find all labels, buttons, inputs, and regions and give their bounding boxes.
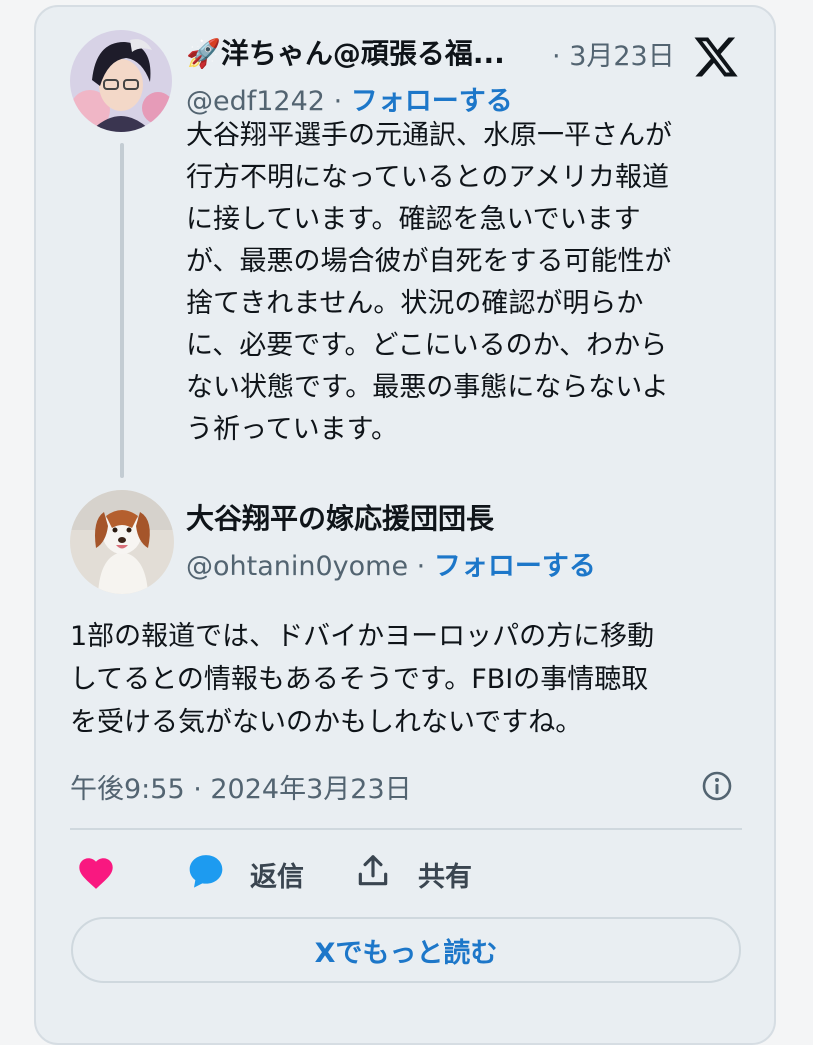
reply-handle[interactable]: @ohtanin0yome xyxy=(186,551,408,582)
rocket-icon: 🚀 xyxy=(186,37,221,70)
speech-bubble-icon xyxy=(186,851,226,898)
tweet-timestamp[interactable]: 午後9:55 · 2024年3月23日 xyxy=(70,767,412,806)
parent-date[interactable]: · 3月23日 xyxy=(552,34,675,73)
parent-author-avatar[interactable] xyxy=(70,30,172,132)
parent-tweet-text: 大谷翔平選手の元通訳、水原一平さんが 行方不明になっているとのアメリカ報道 に接… xyxy=(186,120,672,445)
reply-handle-row: @ohtanin0yome · フォローする xyxy=(186,551,596,582)
parent-handle-row: @edf1242 · フォローする xyxy=(186,86,513,117)
info-icon[interactable] xyxy=(701,770,733,802)
read-more-on-x-button[interactable]: Xでもっと読む xyxy=(71,917,741,983)
reply-follow-button[interactable]: フォローする xyxy=(434,551,596,582)
thread-connector-line xyxy=(120,143,124,478)
reply-button[interactable]: 返信 xyxy=(186,852,304,896)
like-button[interactable] xyxy=(76,855,116,895)
reply-tweet-text: 1部の報道では、ドバイかヨーロッパの方に移動 してるとの情報もあるそうです。FB… xyxy=(70,621,655,738)
share-button[interactable]: 共有 xyxy=(354,853,472,895)
reply-author-name[interactable]: 大谷翔平の嫁応援団団長 xyxy=(186,497,494,537)
divider xyxy=(70,828,742,830)
reply-author-avatar[interactable] xyxy=(70,490,174,594)
parent-follow-button[interactable]: フォローする xyxy=(351,86,513,117)
heart-icon xyxy=(76,854,116,897)
parent-handle[interactable]: @edf1242 xyxy=(186,86,325,117)
x-logo-icon[interactable] xyxy=(692,33,740,81)
parent-author-name[interactable]: 🚀洋ちゃん@頑張る福... xyxy=(186,32,505,72)
share-upload-icon xyxy=(354,852,392,897)
